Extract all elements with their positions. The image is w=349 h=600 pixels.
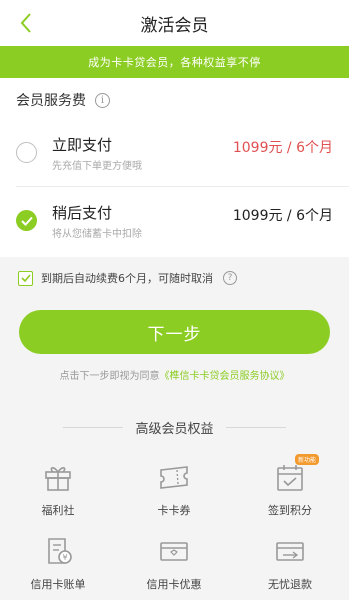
benefit-bill[interactable]: ¥ 信用卡账单 xyxy=(0,534,116,600)
benefit-discount[interactable]: 信用卡优惠 xyxy=(116,534,232,600)
agreement-prefix: 点击下一步即视为同意 xyxy=(59,371,160,382)
agreement-link[interactable]: 《榫信卡卡贷会员服务协议》 xyxy=(160,371,290,382)
benefit-label: 签到积分 xyxy=(268,504,312,517)
nav-bar: 激活会员 xyxy=(0,0,349,46)
pay-later-subtitle: 将从您储蓄卡中扣除 xyxy=(52,229,142,240)
back-button[interactable] xyxy=(12,8,40,38)
auto-renew-label: 到期后自动续费6个月，可随时取消 xyxy=(41,272,213,285)
discount-card-icon xyxy=(160,542,188,561)
new-badge: 新功能 xyxy=(294,454,319,465)
benefit-label: 福利社 xyxy=(41,504,75,517)
question-icon[interactable]: ? xyxy=(223,271,237,285)
pay-now-title: 立即支付 xyxy=(52,136,113,154)
pay-now-subtitle: 先充值下单更方便哦 xyxy=(52,161,142,172)
fee-heading-label: 会员服务费 xyxy=(16,93,86,109)
chevron-left-icon xyxy=(20,13,31,33)
rights-heading: 高级会员权益 xyxy=(0,418,349,437)
refund-card-icon xyxy=(276,542,304,561)
benefit-label: 信用卡优惠 xyxy=(146,578,202,591)
pay-later-option[interactable]: 稍后支付 将从您储蓄卡中扣除 1099元 / 6个月 xyxy=(0,190,349,252)
pay-now-radio[interactable] xyxy=(16,142,37,163)
info-icon[interactable]: i xyxy=(95,92,110,108)
checkmark-icon xyxy=(20,274,31,282)
benefit-coupon[interactable]: 卡卡券 xyxy=(116,460,232,530)
rights-title: 高级会员权益 xyxy=(135,422,214,437)
pay-later-title: 稍后支付 xyxy=(52,204,113,222)
ticket-icon xyxy=(160,466,188,489)
next-button[interactable]: 下一步 xyxy=(19,310,330,354)
promo-banner: 成为卡卡贷会员，各种权益享不停 xyxy=(0,46,349,78)
checkmark-icon xyxy=(20,216,33,226)
benefit-label: 卡卡券 xyxy=(157,504,191,517)
gift-icon xyxy=(45,467,71,491)
calendar-check-icon xyxy=(277,465,303,491)
benefit-refund[interactable]: 无忧退款 xyxy=(232,534,348,600)
divider xyxy=(225,427,286,428)
pay-later-radio[interactable] xyxy=(16,210,37,231)
auto-renew-row: 到期后自动续费6个月，可随时取消 ? xyxy=(18,270,237,286)
fee-heading: 会员服务费 i xyxy=(16,90,110,110)
auto-renew-checkbox[interactable] xyxy=(18,270,33,286)
agreement-text: 点击下一步即视为同意《榫信卡卡贷会员服务协议》 xyxy=(0,367,349,382)
benefit-checkin[interactable]: 新功能 签到积分 xyxy=(232,454,348,530)
divider xyxy=(63,427,124,428)
page-title: 激活会员 xyxy=(140,15,209,36)
benefit-label: 信用卡账单 xyxy=(30,578,86,591)
svg-text:¥: ¥ xyxy=(62,553,67,562)
pay-now-option[interactable]: 立即支付 先充值下单更方便哦 1099元 / 6个月 xyxy=(0,122,349,184)
benefit-welfare[interactable]: 福利社 xyxy=(0,460,116,530)
divider xyxy=(16,186,349,187)
pay-now-price: 1099元 / 6个月 xyxy=(232,140,333,156)
benefit-label: 无忧退款 xyxy=(268,578,312,591)
bill-icon: ¥ xyxy=(48,538,72,564)
pay-later-price: 1099元 / 6个月 xyxy=(232,208,333,224)
